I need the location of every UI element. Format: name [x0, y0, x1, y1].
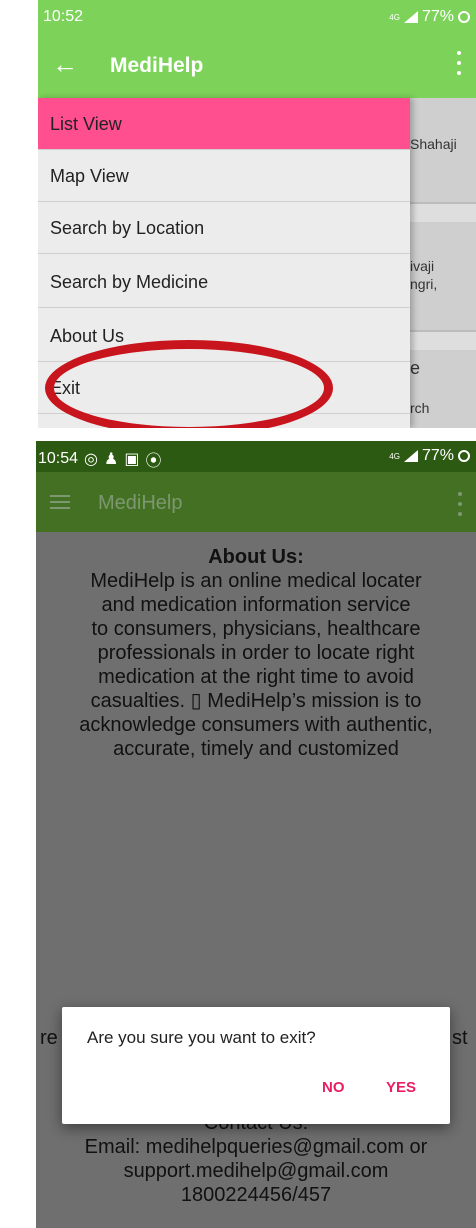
about-line: casualties. ▯ MediHelp’s mission is to — [90, 690, 422, 712]
menu-item-map-view[interactable]: Map View — [38, 150, 410, 202]
more-options-icon[interactable] — [456, 51, 462, 75]
menu-item-exit[interactable]: Exit — [38, 362, 410, 414]
image-icon: ▣ — [124, 451, 140, 468]
app-title: MediHelp — [110, 54, 204, 77]
menu-item-search-medicine[interactable]: Search by Medicine — [38, 256, 410, 308]
exit-dialog-screen: 10:54 ◎ ♟ ▣ ⦿ 4G 77% MediHelp About Us: … — [36, 441, 476, 1228]
signal-icon — [403, 450, 418, 462]
dialog-message: Are you sure you want to exit? — [87, 1028, 316, 1047]
no-button[interactable]: NO — [316, 1075, 351, 1100]
contact-section: Contact Us: Email: medihelpqueries@gmail… — [36, 1111, 476, 1207]
status-right: 4G 77% — [389, 447, 470, 465]
about-line: MediHelp is an online medical locater — [90, 570, 422, 592]
back-arrow-icon[interactable]: ← — [52, 49, 78, 79]
list-item-text: e — [410, 358, 421, 378]
list-item-text: Shahaji — [410, 136, 457, 152]
list-item-text: ngri, — [410, 276, 438, 292]
battery-icon — [458, 450, 470, 462]
hidden-line-fragment: re — [40, 1027, 58, 1049]
status-right: 4G 77% — [389, 8, 470, 26]
hidden-line-fragment: st — [452, 1027, 468, 1049]
whatsapp-icon: ◎ — [84, 451, 99, 468]
about-line: and medication information service — [101, 594, 411, 616]
network-label: 4G — [389, 12, 400, 22]
snapchat-icon: ♟ — [104, 451, 119, 468]
list-item[interactable]: Shahaji — [410, 98, 476, 204]
status-time: 10:52 — [43, 8, 84, 25]
contact-phone[interactable]: 1800224456/457 — [36, 1183, 476, 1207]
app-title: MediHelp — [98, 492, 183, 514]
about-heading: About Us: — [208, 546, 304, 568]
about-text: About Us: MediHelp is an online medical … — [36, 545, 476, 761]
list-item-text: ivaji — [410, 258, 435, 274]
about-line: medication at the right time to avoid — [98, 666, 414, 688]
status-left: 10:54 ◎ ♟ ▣ ⦿ — [38, 447, 162, 471]
drawer-screen: 10:52 4G 77% ← MediHelp Shahaji ivaji ng… — [38, 0, 476, 428]
status-time: 10:54 — [38, 450, 79, 467]
exit-dialog: Are you sure you want to exit? NO YES — [62, 1007, 450, 1124]
about-line: to consumers, physicians, healthcare — [91, 618, 421, 640]
menu-item-about-us[interactable]: About Us — [38, 310, 410, 362]
list-item-text: rch — [410, 400, 430, 416]
more-options-icon[interactable] — [457, 492, 463, 516]
battery-icon — [458, 11, 470, 23]
menu-item-list-view[interactable]: List View — [38, 98, 410, 150]
list-item[interactable]: ivaji ngri, — [410, 222, 476, 332]
contact-email-support[interactable]: support.medihelp@gmail.com — [36, 1159, 476, 1183]
list-item[interactable]: e rch — [410, 350, 476, 428]
signal-icon — [403, 11, 418, 23]
app-bar: MediHelp — [36, 472, 476, 532]
battery-percent: 77% — [421, 447, 454, 464]
yes-button[interactable]: YES — [380, 1075, 422, 1100]
about-line: professionals in order to locate right — [97, 642, 415, 664]
contact-email[interactable]: Email: medihelpqueries@gmail.com or — [36, 1135, 476, 1159]
network-label: 4G — [389, 451, 400, 461]
menu-icon[interactable] — [50, 495, 70, 509]
about-line: accurate, timely and customized — [113, 738, 399, 760]
about-line: acknowledge consumers with authentic, — [79, 714, 433, 736]
status-bar: 10:52 4G 77% — [38, 0, 476, 33]
battery-percent: 77% — [421, 8, 454, 25]
status-bar: 10:54 ◎ ♟ ▣ ⦿ 4G 77% — [36, 441, 476, 472]
location-icon: ⦿ — [145, 453, 162, 470]
menu-item-search-location[interactable]: Search by Location — [38, 202, 410, 254]
navigation-drawer: List View Map View Search by Location Se… — [38, 98, 410, 428]
app-bar: ← MediHelp — [38, 33, 476, 98]
